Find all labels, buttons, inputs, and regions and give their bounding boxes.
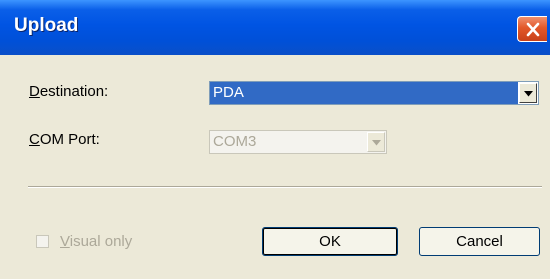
- chevron-down-icon: [372, 140, 381, 146]
- upload-dialog: Upload Destination: PDA COM Port: COM3 V…: [0, 0, 550, 279]
- destination-value: PDA: [210, 82, 518, 104]
- com-port-label: COM Port:: [29, 131, 100, 148]
- com-port-value: COM3: [213, 133, 257, 150]
- cancel-button[interactable]: Cancel: [419, 227, 540, 256]
- separator: [28, 186, 542, 188]
- close-button[interactable]: [517, 16, 547, 42]
- ok-button[interactable]: OK: [262, 227, 398, 256]
- dialog-title: Upload: [14, 15, 79, 36]
- com-port-dropdown-button[interactable]: [367, 132, 385, 152]
- visual-only-label: Visual only: [60, 233, 133, 250]
- destination-dropdown-button[interactable]: [519, 83, 537, 103]
- visual-only-checkbox[interactable]: [36, 235, 49, 248]
- chevron-down-icon: [524, 91, 533, 97]
- title-bar[interactable]: Upload: [0, 0, 550, 55]
- close-icon: [526, 22, 540, 37]
- destination-label: Destination:: [29, 83, 109, 100]
- destination-combobox[interactable]: PDA: [209, 81, 539, 105]
- com-port-combobox[interactable]: COM3: [209, 130, 387, 154]
